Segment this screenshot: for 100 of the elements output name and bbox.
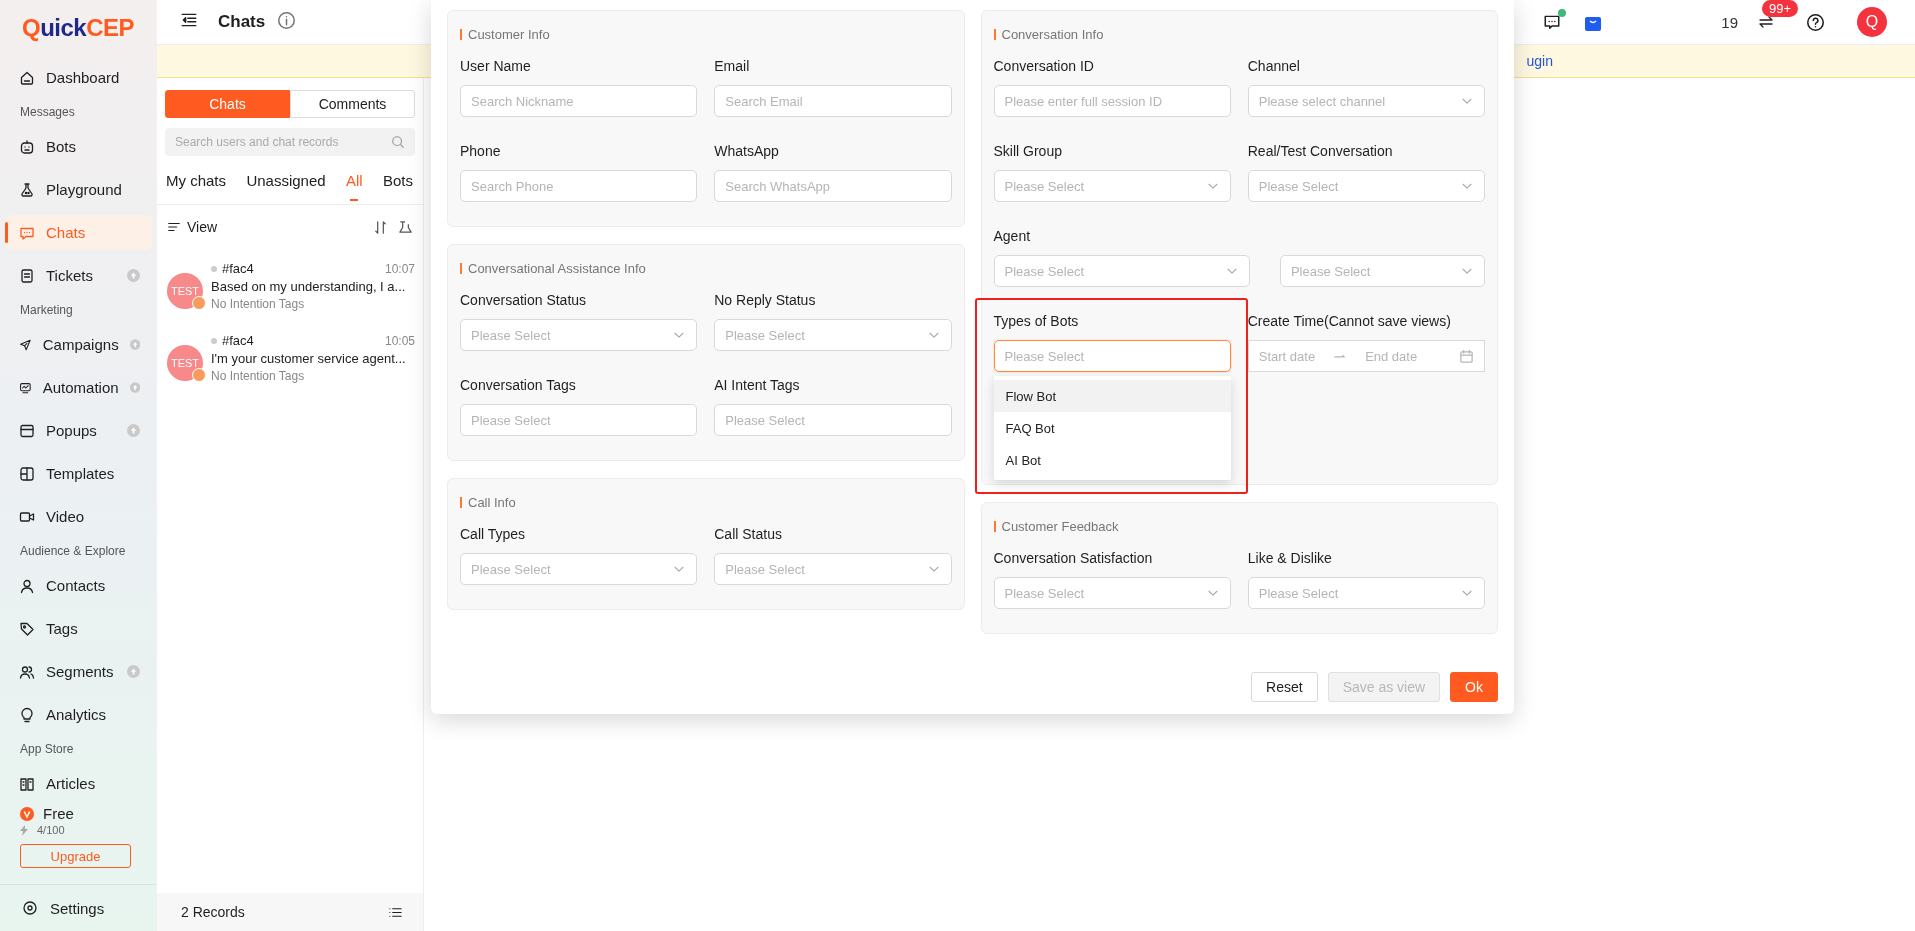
nav-item[interactable]: Segments	[5, 654, 152, 689]
document-icon	[19, 267, 35, 284]
nav-item[interactable]: Analytics	[5, 697, 152, 732]
home-icon	[19, 69, 35, 86]
dropdown-option[interactable]: Flow Bot	[993, 380, 1231, 412]
filter-tab[interactable]: My chats	[166, 159, 226, 201]
input-field[interactable]: Search WhatsApp	[714, 170, 952, 202]
section-title: Customer Feedback	[1001, 518, 1119, 534]
nav-section-label: Marketing	[19, 302, 74, 319]
intent-tags: No Intention Tags	[211, 297, 415, 311]
help-icon	[1806, 12, 1825, 32]
plan-badge-icon	[20, 806, 34, 821]
tag-icon	[19, 620, 35, 637]
search-field[interactable]: Search users and chat records	[165, 128, 415, 156]
book-icon	[19, 775, 35, 792]
person-icon	[19, 577, 35, 594]
filter-tab[interactable]: Unassigned	[246, 159, 326, 201]
nav-item[interactable]: Bots	[5, 129, 152, 164]
section-title: Conversational Assistance Info	[468, 260, 646, 276]
settings-icon	[22, 900, 38, 916]
field-label: User Name	[460, 57, 532, 75]
conversation-id: #fac4	[222, 333, 254, 348]
section-title: Call Info	[468, 494, 516, 510]
intent-tags: No Intention Tags	[211, 369, 415, 383]
info-icon	[277, 10, 297, 30]
filter-icon	[398, 219, 413, 235]
field-label: Types of Bots	[993, 312, 1080, 330]
nav-item[interactable]: Automation	[5, 370, 152, 405]
field-label: Conversation Status	[460, 291, 588, 309]
input-field[interactable]: Search Email	[714, 85, 952, 117]
field-label: Phone	[460, 142, 502, 160]
field-label: Real/Test Conversation	[1247, 142, 1394, 160]
field-label: No Reply Status	[714, 291, 817, 309]
section-title: Customer Info	[468, 26, 550, 42]
usage-count: 4/100	[37, 824, 65, 836]
nav-item[interactable]: Popups	[5, 413, 152, 448]
dropdown-option[interactable]: AI Bot	[993, 444, 1231, 476]
field-label: WhatsApp	[714, 142, 780, 160]
nav-item[interactable]: Tickets	[5, 258, 152, 293]
message-preview[interactable]: I'm your customer service agent...	[211, 351, 415, 366]
field-label: Like & Dislike	[1247, 549, 1333, 567]
nav-item[interactable]: Templates	[5, 456, 152, 491]
bot-icon	[19, 138, 35, 155]
chat-icon	[1543, 13, 1562, 31]
collapse-menu-icon	[180, 11, 198, 29]
avatar: TEST	[167, 345, 203, 381]
field-label: Agent	[993, 227, 1032, 245]
nav-item[interactable]: Video	[5, 499, 152, 534]
user-avatar[interactable]: Q	[1857, 7, 1887, 37]
dialog-button[interactable]: Reset	[1251, 672, 1318, 702]
plan-name: Free	[43, 805, 74, 822]
field-label: Conversation Tags	[460, 376, 577, 394]
calendar-icon	[1459, 348, 1474, 364]
nav-section-label: Messages	[19, 104, 76, 121]
nav-item[interactable]: Articles	[5, 766, 152, 801]
dropdown-option[interactable]: FAQ Bot	[993, 412, 1231, 444]
input-field[interactable]: Search Phone	[460, 170, 698, 202]
field-label: Conversation ID	[993, 57, 1095, 75]
people-icon	[19, 663, 35, 680]
message-preview[interactable]: Based on my understanding, I a...	[211, 279, 415, 294]
search-icon	[391, 135, 405, 149]
view-label[interactable]: View	[187, 219, 218, 235]
nav-item[interactable]: Tags	[5, 611, 152, 646]
lightbulb-icon	[19, 706, 35, 723]
swap-icon	[1758, 14, 1774, 30]
lightning-icon	[20, 824, 28, 836]
logo[interactable]: QuickCEP	[0, 0, 157, 56]
conversation-time: 10:07	[384, 261, 415, 276]
field-label: Skill Group	[993, 142, 1063, 160]
sort-icon	[373, 219, 388, 235]
field-label: Call Types	[460, 525, 527, 543]
nav-item[interactable]: Playground	[5, 172, 152, 207]
notification-badge: 99+	[1762, 0, 1799, 17]
input-field[interactable]: Please enter full session ID	[993, 85, 1231, 117]
field-label: Call Status	[714, 525, 783, 543]
field-label: Conversation Satisfaction	[993, 549, 1154, 567]
field-label: Email	[714, 57, 751, 75]
segment-tab[interactable]: Comments	[290, 90, 415, 118]
list-icon	[167, 220, 181, 234]
conversation-time: 10:05	[384, 333, 415, 348]
input-field[interactable]: Please Select	[714, 404, 952, 436]
count-text: 19	[1721, 13, 1738, 31]
field-label: Channel	[1247, 57, 1301, 75]
banner-link[interactable]: ugin	[1526, 53, 1553, 69]
nav-item[interactable]: Campaigns	[5, 327, 152, 362]
flask-icon	[19, 181, 35, 198]
field-label: AI Intent Tags	[714, 376, 801, 394]
conversation-id: #fac4	[222, 261, 254, 276]
nav-item[interactable]: Contacts	[5, 568, 152, 603]
layout-icon	[19, 465, 35, 482]
avatar: TEST	[167, 273, 203, 309]
window-icon	[19, 422, 35, 439]
page-title: Chats	[218, 12, 266, 32]
nav-item[interactable]: Dashboard	[5, 60, 152, 95]
field-label: Create Time(Cannot save views)	[1247, 312, 1452, 330]
input-field[interactable]: Search Nickname	[460, 85, 698, 117]
record-count: 2 Records	[181, 904, 245, 920]
input-field[interactable]: Please Select	[460, 404, 698, 436]
filter-tab[interactable]: Bots	[383, 159, 413, 201]
section-title: Conversation Info	[1001, 26, 1104, 42]
